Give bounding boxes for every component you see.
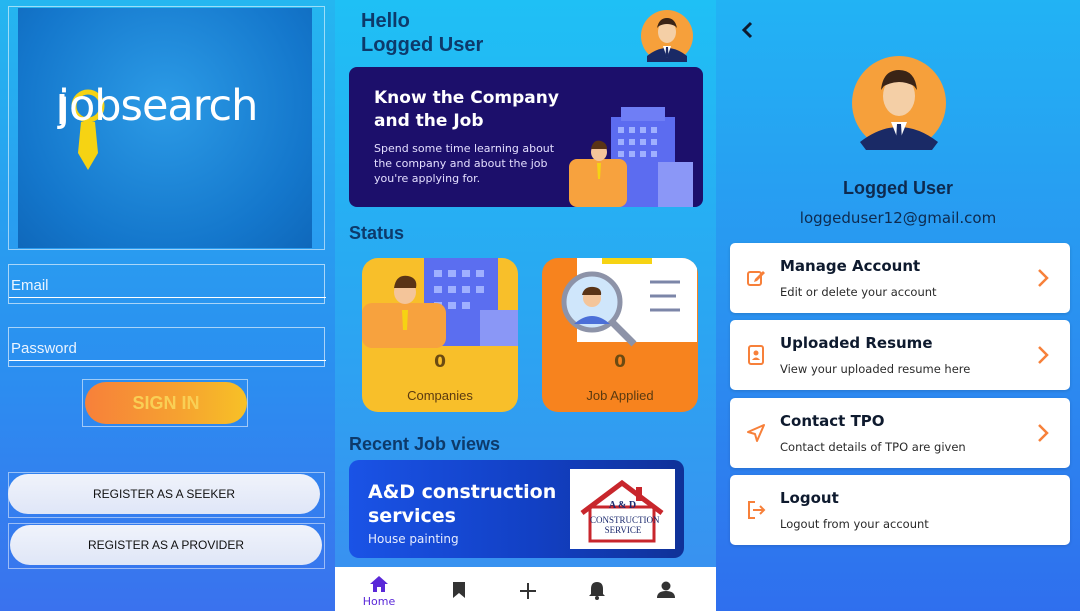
- menu-title: Manage Account: [780, 257, 921, 275]
- send-icon: [747, 424, 765, 442]
- profile-screen: Logged User loggeduser12@gmail.com Manag…: [716, 0, 1080, 611]
- home-screen: Hello Logged User Know the Company and t…: [335, 0, 716, 611]
- signin-wrapper: SIGN IN: [82, 379, 248, 427]
- companies-card[interactable]: 0 Companies: [362, 258, 518, 412]
- companies-count: 0: [434, 352, 446, 372]
- register-seeker-button[interactable]: REGISTER AS A SEEKER: [8, 474, 320, 514]
- greeting-line1: Hello: [361, 10, 410, 32]
- nav-home-label: Home: [362, 595, 396, 608]
- email-field[interactable]: [8, 264, 326, 304]
- job-applied-count: 0: [614, 352, 626, 372]
- banner-title: Know the Company and the Job: [374, 88, 559, 131]
- bottom-nav: Home: [335, 567, 716, 611]
- menu-title: Uploaded Resume: [780, 334, 933, 352]
- menu-subtitle: View your uploaded resume here: [780, 362, 971, 376]
- building-illustration: [569, 107, 693, 207]
- app-logo: jobsearch: [18, 8, 312, 248]
- menu-subtitle: Contact details of TPO are given: [780, 440, 966, 454]
- back-icon[interactable]: [738, 18, 758, 42]
- profile-email: loggeduser12@gmail.com: [799, 209, 997, 227]
- companies-illustration: [362, 258, 518, 348]
- logo-text: jobsearch: [58, 81, 258, 131]
- menu-manage-account[interactable]: Manage Account Edit or delete your accou…: [730, 243, 1070, 313]
- companies-label: Companies: [407, 388, 473, 403]
- bookmark-icon: [453, 582, 465, 598]
- greeting-line2: Logged User: [361, 34, 484, 56]
- menu-uploaded-resume[interactable]: Uploaded Resume View your uploaded resum…: [730, 320, 1070, 390]
- info-banner[interactable]: Know the Company and the Job Spend some …: [349, 67, 703, 207]
- bell-icon: [589, 582, 605, 600]
- chevron-right-icon: [1038, 346, 1049, 364]
- logout-icon: [748, 501, 766, 519]
- profile-avatar: [852, 56, 946, 150]
- recent-heading: Recent Job views: [349, 434, 501, 454]
- menu-title: Contact TPO: [780, 412, 885, 430]
- person-icon: [657, 581, 675, 598]
- menu-logout[interactable]: Logout Logout from your account: [730, 475, 1070, 545]
- register-provider-button[interactable]: REGISTER AS A PROVIDER: [10, 525, 322, 565]
- job-applied-illustration: [561, 258, 697, 347]
- menu-contact-tpo[interactable]: Contact TPO Contact details of TPO are g…: [730, 398, 1070, 468]
- chevron-right-icon: [1038, 424, 1049, 442]
- edit-icon: [747, 271, 765, 286]
- password-field[interactable]: [8, 327, 326, 367]
- avatar[interactable]: [641, 10, 693, 62]
- recent-job-title: A&D construction services: [368, 481, 557, 527]
- nav-add[interactable]: [503, 567, 553, 611]
- nav-home[interactable]: Home: [354, 567, 404, 611]
- password-input[interactable]: [9, 336, 326, 361]
- banner-subtitle: Spend some time learning about the compa…: [374, 142, 555, 185]
- nav-bookmark[interactable]: [434, 567, 484, 611]
- greeting: Hello Logged User: [361, 9, 483, 57]
- email-input[interactable]: [9, 273, 326, 298]
- menu-subtitle: Edit or delete your account: [780, 285, 937, 299]
- login-screen: jobsearch SIGN IN REGISTER AS A SEEKER R…: [0, 0, 335, 611]
- signin-button[interactable]: SIGN IN: [85, 382, 247, 424]
- recent-job-card[interactable]: A&D construction services House painting…: [349, 460, 684, 558]
- menu-subtitle: Logout from your account: [780, 517, 929, 531]
- logo-text-bottom: CONSTRUCTION SERVICE: [590, 515, 660, 535]
- menu-title: Logout: [780, 489, 839, 507]
- company-logo: A & D CONSTRUCTION SERVICE: [570, 469, 675, 549]
- job-applied-label: Job Applied: [586, 388, 654, 403]
- nav-profile[interactable]: [641, 567, 691, 611]
- job-applied-card[interactable]: 0 Job Applied: [542, 258, 698, 412]
- plus-icon: [520, 583, 536, 599]
- recent-job-subtitle: House painting: [368, 532, 459, 546]
- resume-icon: [748, 345, 764, 365]
- logo-text-top: A & D: [608, 500, 637, 511]
- nav-notifications[interactable]: [572, 567, 622, 611]
- profile-name: Logged User: [842, 178, 953, 198]
- home-icon: [370, 576, 388, 592]
- chevron-right-icon: [1038, 269, 1049, 287]
- status-heading: Status: [349, 223, 405, 243]
